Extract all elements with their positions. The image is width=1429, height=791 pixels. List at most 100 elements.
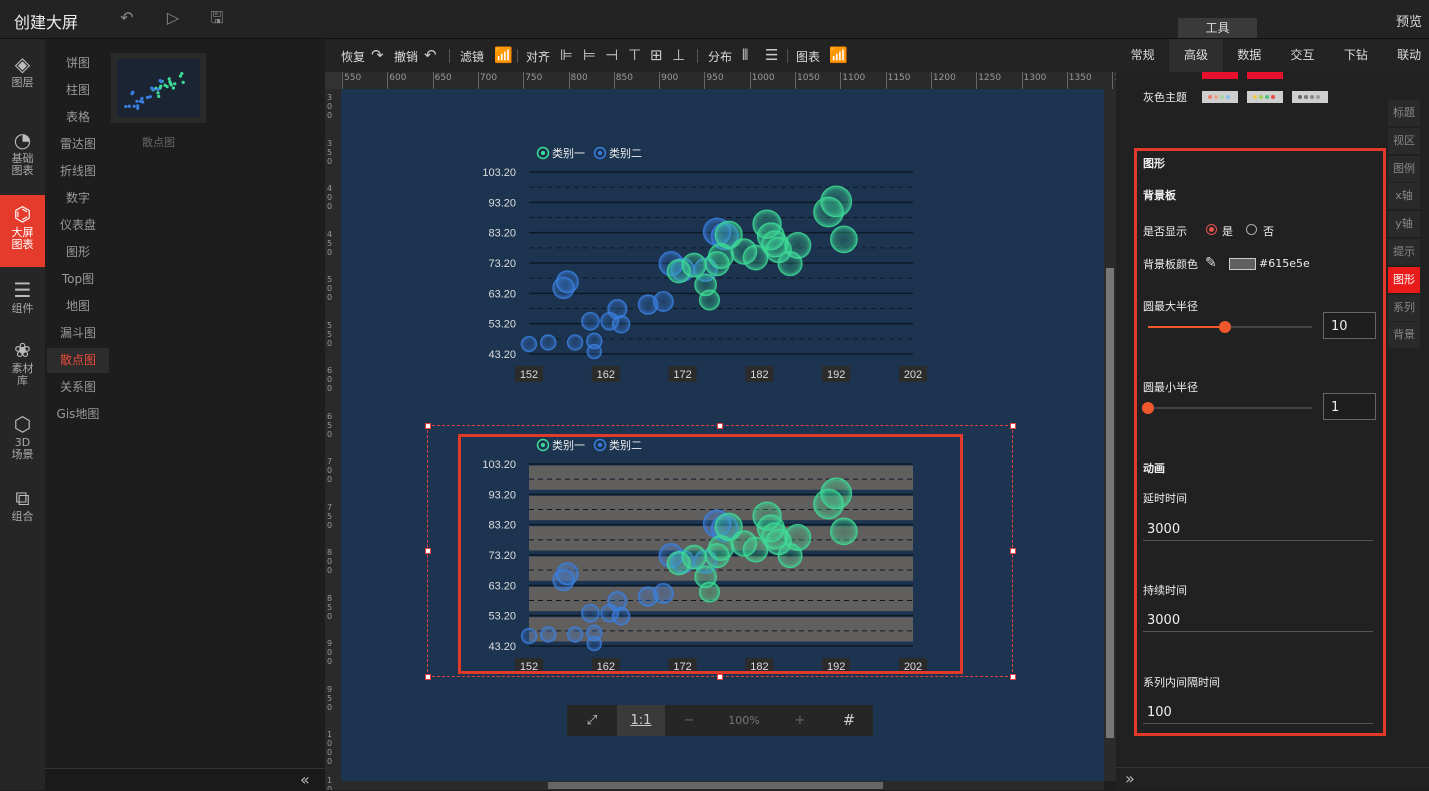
iconbar-material[interactable]: ❀素材库 <box>0 339 45 393</box>
section-background-panel: 背景板 <box>1143 187 1176 203</box>
undo-button[interactable]: 撤销 <box>394 48 418 65</box>
eyedropper-icon[interactable]: ✎ <box>1205 255 1217 271</box>
theme-swatch-red-2[interactable] <box>1247 72 1283 79</box>
side-tab[interactable]: x轴 <box>1388 183 1420 209</box>
side-tab[interactable]: 图形 <box>1388 267 1420 293</box>
submenu-item[interactable]: 表格 <box>47 105 109 130</box>
gray-theme-swatch[interactable] <box>1202 91 1238 103</box>
chart-button[interactable]: 图表 <box>796 48 820 65</box>
side-tab[interactable]: 提示 <box>1388 239 1420 265</box>
side-tab[interactable]: 系列 <box>1388 295 1420 321</box>
tab-2[interactable]: 数据 <box>1223 39 1276 72</box>
align-middle-icon[interactable]: ⊞ <box>650 46 663 64</box>
swatch-dot <box>1226 95 1230 99</box>
side-tab[interactable]: 背景 <box>1388 322 1420 348</box>
align-bottom-icon[interactable]: ⊥ <box>672 46 685 64</box>
submenu-item[interactable]: 折线图 <box>47 159 109 184</box>
submenu-item[interactable]: Gis地图 <box>47 402 109 427</box>
side-tab[interactable]: 图例 <box>1388 156 1420 182</box>
submenu-item[interactable]: Top图 <box>47 267 109 292</box>
tab-1[interactable]: 高级 <box>1169 39 1222 72</box>
undo-icon[interactable]: ↶ <box>424 46 437 64</box>
resize-handle[interactable] <box>717 674 723 680</box>
zoom-in-icon[interactable]: + <box>775 705 825 736</box>
theme-swatch-red-1[interactable] <box>1202 72 1238 79</box>
submenu-item[interactable]: 雷达图 <box>47 132 109 157</box>
zoom-1to1-button[interactable]: 1:1 <box>617 705 665 736</box>
iconbar-basic-chart[interactable]: ◔基础图表 <box>0 129 45 187</box>
iconbar-components[interactable]: ☰组件 <box>0 279 45 319</box>
min-radius-input[interactable]: 1 <box>1323 393 1376 420</box>
resize-handle[interactable] <box>717 423 723 429</box>
thumbnail-point <box>124 105 127 108</box>
interval-input[interactable]: 100 <box>1143 702 1373 724</box>
distribute-h-icon[interactable]: ⫴ <box>742 46 748 64</box>
show-yes-radio[interactable] <box>1206 224 1217 235</box>
tab-5[interactable]: 联动 <box>1383 39 1429 72</box>
align-center-icon[interactable]: ⊨ <box>583 46 596 64</box>
tab-0[interactable]: 常规 <box>1116 39 1169 72</box>
collapse-right-icon[interactable]: » <box>1125 769 1135 788</box>
submenu-item[interactable]: 图形 <box>47 240 109 265</box>
resize-handle[interactable] <box>425 548 431 554</box>
side-tab[interactable]: y轴 <box>1388 211 1420 237</box>
scatter-thumbnail[interactable] <box>111 53 206 123</box>
submenu-item[interactable]: 散点图 <box>47 348 109 373</box>
submenu-item[interactable]: 饼图 <box>47 51 109 76</box>
resize-handle[interactable] <box>1010 548 1016 554</box>
bg-color-swatch[interactable] <box>1229 258 1256 270</box>
submenu-item[interactable]: 地图 <box>47 294 109 319</box>
grid-icon[interactable]: # <box>825 705 873 736</box>
gray-theme-swatch[interactable] <box>1247 91 1283 103</box>
resize-handle[interactable] <box>425 674 431 680</box>
submenu-item[interactable]: 柱图 <box>47 78 109 103</box>
show-no-radio[interactable] <box>1246 224 1257 235</box>
vertical-scroll-thumb[interactable] <box>1106 268 1114 738</box>
distribute-button[interactable]: 分布 <box>708 48 732 65</box>
min-radius-track[interactable] <box>1148 407 1312 409</box>
redo-button[interactable]: 恢复 <box>341 48 365 65</box>
align-right-icon[interactable]: ⊣ <box>605 46 618 64</box>
distribute-v-icon[interactable]: ☰ <box>765 46 778 64</box>
duration-input[interactable]: 3000 <box>1143 610 1373 632</box>
iconbar-3d-scene[interactable]: ⬡3D场景 <box>0 413 45 467</box>
fit-screen-icon[interactable]: ⤢ <box>567 705 617 736</box>
iconbar-screen-chart[interactable]: ⌬大屏图表 <box>0 195 45 267</box>
align-top-icon[interactable]: ⊤ <box>628 46 641 64</box>
align-left-icon[interactable]: ⊫ <box>560 46 573 64</box>
bar-chart-icon[interactable]: 📶 <box>494 46 513 64</box>
iconbar-layers[interactable]: ◈图层 <box>0 53 45 103</box>
align-button[interactable]: 对齐 <box>526 48 550 65</box>
submenu-item[interactable]: 漏斗图 <box>47 321 109 346</box>
submenu-item[interactable]: 关系图 <box>47 375 109 400</box>
section-animation: 动画 <box>1143 460 1165 476</box>
gray-theme-swatch[interactable] <box>1292 91 1328 103</box>
collapse-left-icon[interactable]: « <box>300 770 310 789</box>
max-radius-input[interactable]: 10 <box>1323 312 1376 339</box>
delay-input[interactable]: 3000 <box>1143 519 1373 541</box>
submenu-item[interactable]: 数字 <box>47 186 109 211</box>
chart-icon[interactable]: 📶 <box>829 46 848 64</box>
redo-icon[interactable]: ↷ <box>371 46 384 64</box>
tab-4[interactable]: 下钻 <box>1329 39 1382 72</box>
zoom-out-icon[interactable]: − <box>665 705 713 736</box>
scatter-point <box>521 336 536 351</box>
horizontal-scroll-thumb[interactable] <box>548 782 883 789</box>
resize-handle[interactable] <box>1010 674 1016 680</box>
undo-arrow-icon[interactable]: ↶ <box>118 9 136 27</box>
ruler-tick-label: 650 <box>435 73 452 83</box>
resize-handle[interactable] <box>425 423 431 429</box>
preview-button[interactable]: 预览 <box>1396 11 1422 30</box>
iconbar-group[interactable]: ⧉组合 <box>0 487 45 531</box>
side-tab[interactable]: 标题 <box>1388 100 1420 126</box>
max-radius-knob[interactable] <box>1219 321 1231 333</box>
save-icon[interactable]: 🖫 <box>208 9 226 27</box>
filter-button[interactable]: 滤镜 <box>460 48 484 65</box>
tool-tab[interactable]: 工具 <box>1178 18 1257 38</box>
submenu-item[interactable]: 仪表盘 <box>47 213 109 238</box>
side-tab[interactable]: 视区 <box>1388 128 1420 154</box>
resize-handle[interactable] <box>1010 423 1016 429</box>
tab-3[interactable]: 交互 <box>1276 39 1329 72</box>
min-radius-knob[interactable] <box>1142 402 1154 414</box>
play-icon[interactable]: ▷ <box>164 9 182 27</box>
